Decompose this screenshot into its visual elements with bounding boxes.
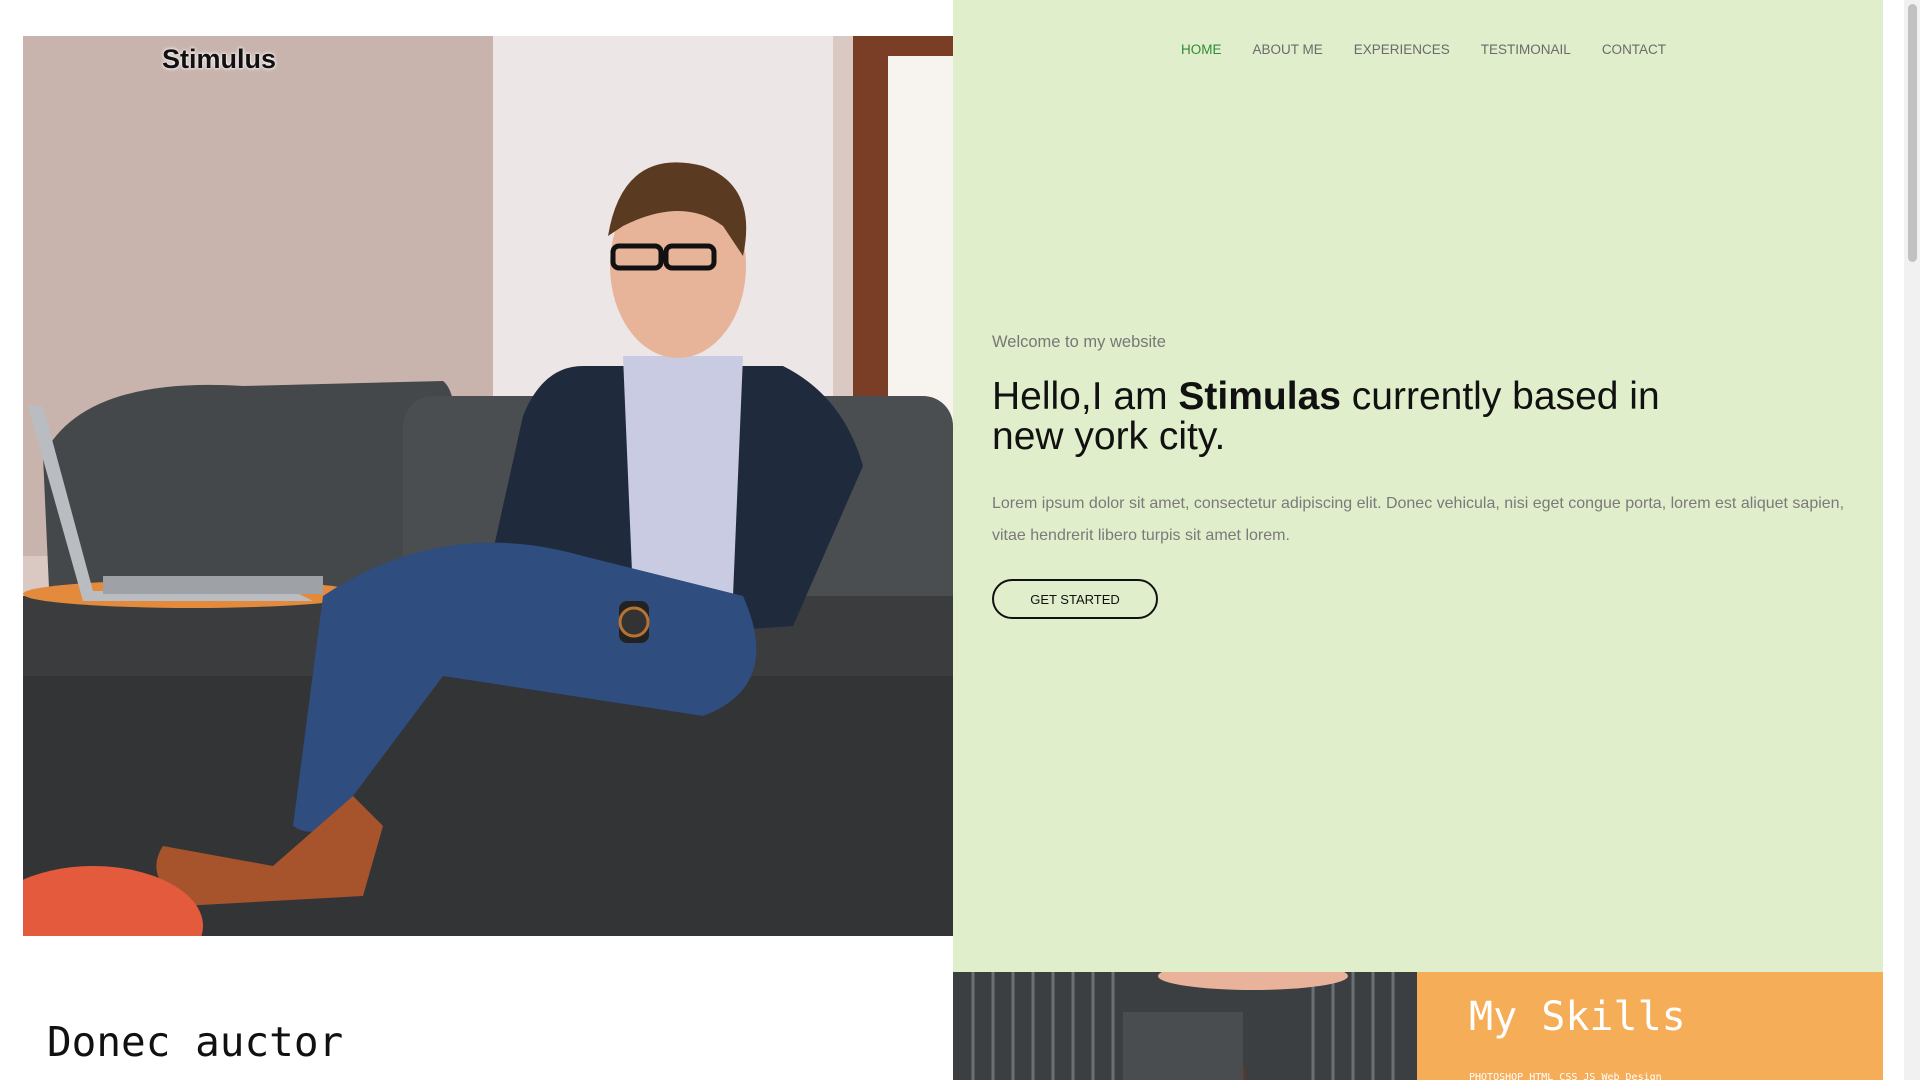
hero-description: Lorem ipsum dolor sit amet, consectetur … (992, 495, 1845, 544)
welcome-text: Welcome to my website (992, 333, 1166, 351)
headline-name: Stimulas (1178, 375, 1341, 418)
page-scrollbar[interactable] (1904, 0, 1920, 1080)
skills-list: PHOTOSHOP HTML CSS JS Web Design (1469, 1072, 1662, 1083)
nav-contact[interactable]: CONTACT (1602, 42, 1666, 57)
nav-home[interactable]: HOME (1181, 42, 1222, 57)
nav-experiences[interactable]: EXPERIENCES (1354, 42, 1450, 57)
site-logo[interactable]: Stimulus (162, 44, 276, 75)
skills-section: My Skills PHOTOSHOP HTML CSS JS Web Desi… (1417, 972, 1883, 1083)
nav-about-me[interactable]: ABOUT ME (1253, 42, 1323, 57)
about-section-title: Donec auctor (47, 1018, 344, 1066)
main-nav: HOME ABOUT ME EXPERIENCES TESTIMONAIL CO… (1181, 42, 1666, 57)
nav-testimonail[interactable]: TESTIMONAIL (1481, 42, 1571, 57)
hero-headline: Hello,I am Stimulas currently based in n… (992, 377, 1692, 457)
headline-intro: Hello,I am (992, 375, 1179, 418)
hero-photo (23, 36, 953, 936)
skills-title: My Skills (1469, 994, 1686, 1040)
get-started-button[interactable]: GET STARTED (992, 579, 1158, 619)
skills-photo (953, 972, 1417, 1080)
scrollbar-thumb[interactable] (1908, 4, 1917, 262)
hero-panel: HOME ABOUT ME EXPERIENCES TESTIMONAIL CO… (953, 0, 1883, 972)
